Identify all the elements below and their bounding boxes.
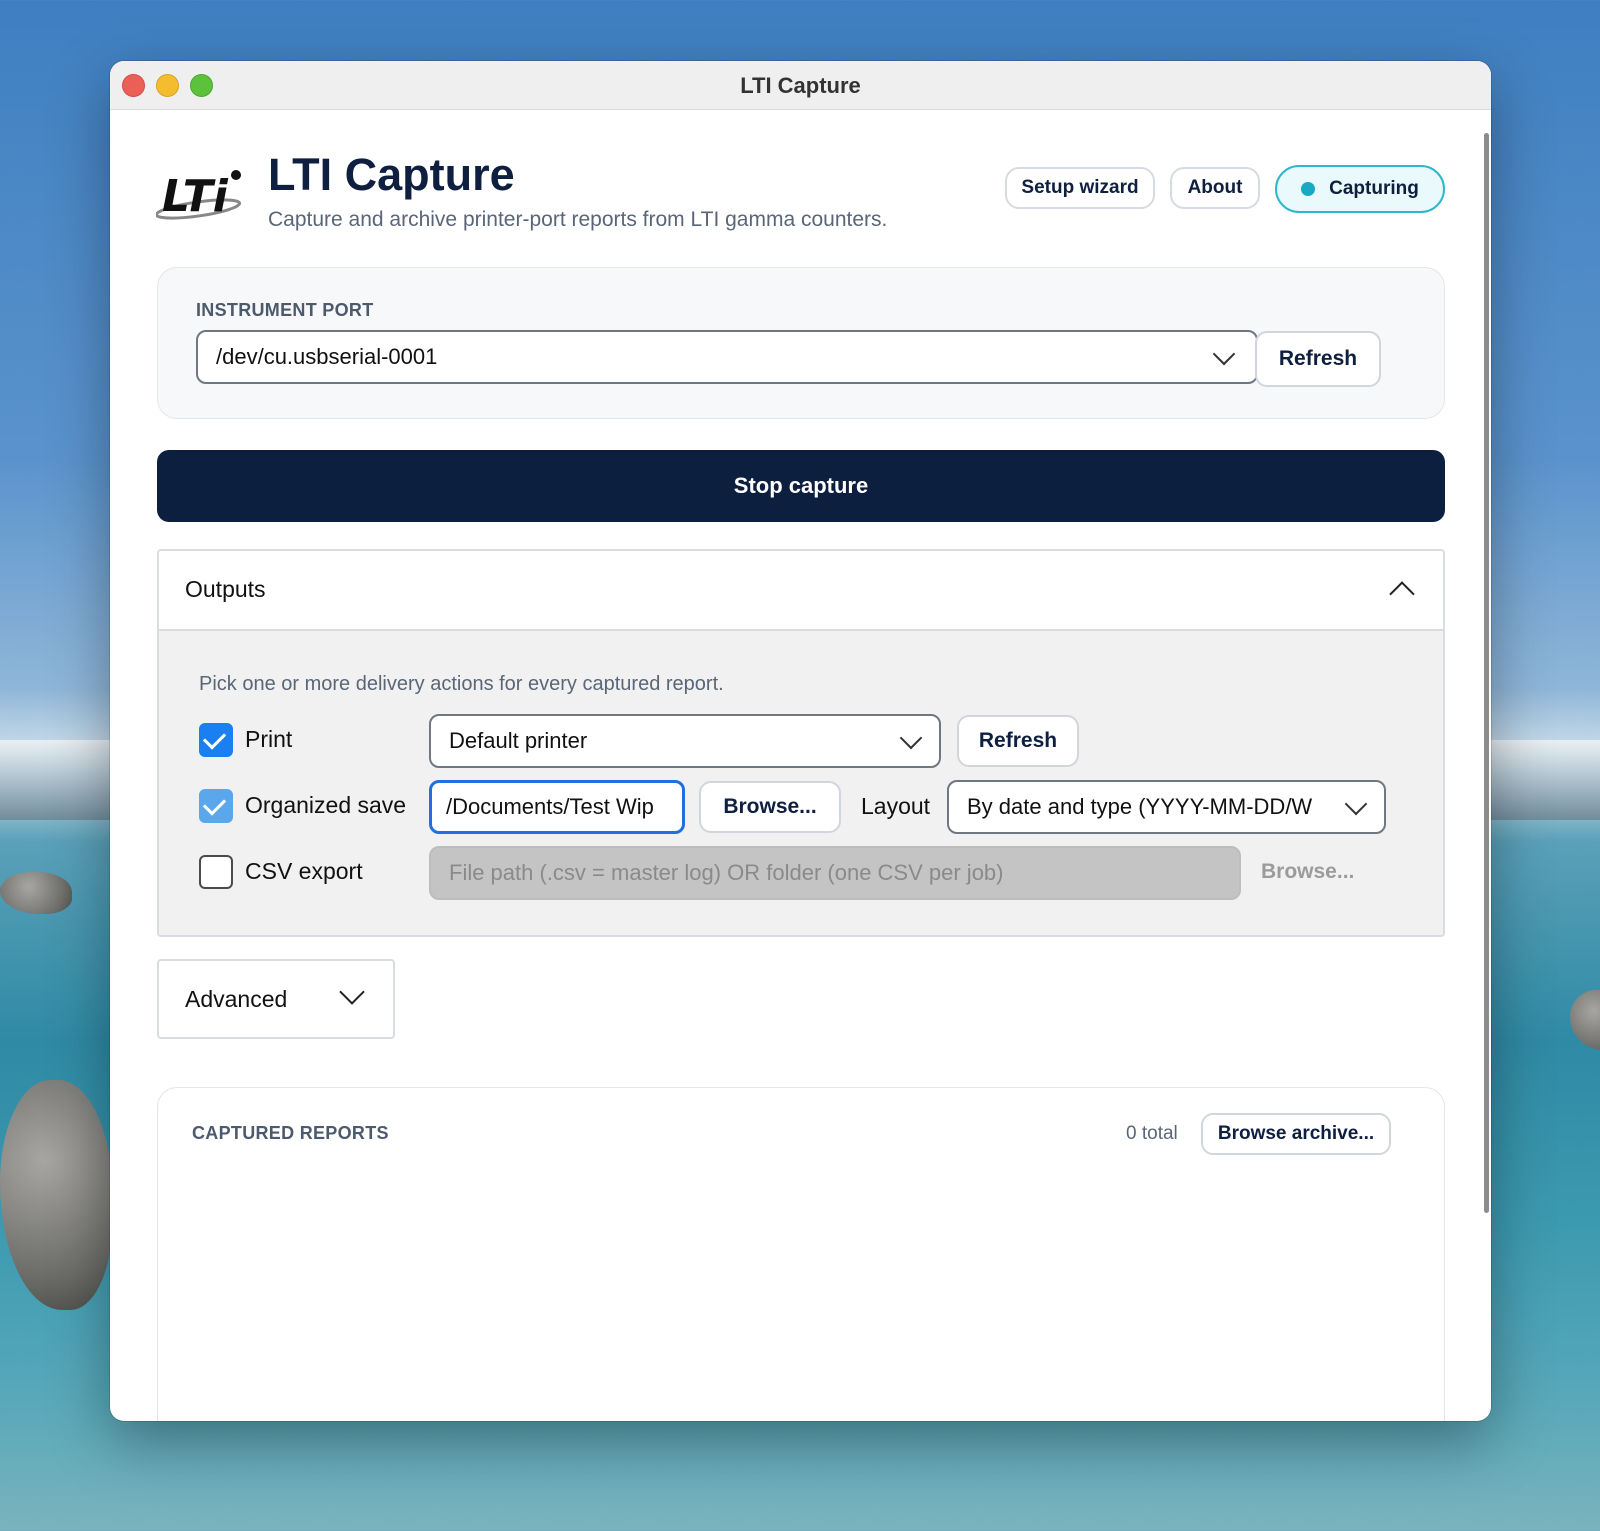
organized-save-browse-button[interactable]: Browse... (699, 781, 841, 833)
reports-count: 0 total (1126, 1123, 1178, 1144)
chevron-down-icon (339, 979, 365, 1005)
desktop-rock (1570, 990, 1600, 1050)
instrument-port-label: INSTRUMENT PORT (196, 300, 374, 320)
browse-archive-button[interactable]: Browse archive... (1201, 1113, 1391, 1155)
logo-text: LTi (162, 171, 229, 222)
outputs-section: Outputs Pick one or more delivery action… (157, 549, 1445, 937)
chevron-down-icon (899, 726, 923, 750)
chevron-down-icon (1212, 342, 1236, 366)
capturing-status-button[interactable]: Capturing (1275, 165, 1445, 213)
advanced-section-toggle[interactable]: Advanced (157, 959, 395, 1039)
print-checkbox[interactable] (199, 723, 233, 757)
outputs-hint: Pick one or more delivery actions for ev… (199, 673, 724, 695)
organized-save-path-input[interactable]: /Documents/Test Wip (429, 780, 685, 834)
desktop-rock (0, 1080, 112, 1310)
port-refresh-button[interactable]: Refresh (1255, 331, 1381, 387)
vertical-scrollbar[interactable] (1484, 133, 1489, 1213)
csv-export-label: CSV export (245, 858, 363, 884)
page-title: LTI Capture (268, 149, 515, 200)
about-button[interactable]: About (1170, 167, 1260, 209)
captured-reports-label: CAPTURED REPORTS (192, 1123, 389, 1143)
window-title: LTI Capture (740, 73, 861, 98)
lti-logo: LTi (156, 170, 242, 222)
desktop-rock (0, 872, 72, 914)
printer-select[interactable]: Default printer (429, 714, 941, 768)
organized-save-checkbox[interactable] (199, 789, 233, 823)
outputs-title: Outputs (185, 576, 266, 602)
layout-value: By date and type (YYYY-MM-DD/W (967, 794, 1313, 819)
organized-save-label: Organized save (245, 792, 407, 818)
setup-wizard-button[interactable]: Setup wizard (1005, 167, 1155, 209)
advanced-label: Advanced (185, 986, 288, 1012)
captured-reports-panel: CAPTURED REPORTS 0 total Browse archive.… (157, 1087, 1445, 1421)
outputs-header[interactable]: Outputs (159, 551, 1443, 631)
checkmark-icon (202, 792, 227, 816)
page-subtitle: Capture and archive printer-port reports… (268, 208, 888, 231)
app-window: LTI Capture LTi LTI Capture Capture and … (110, 61, 1491, 1421)
stop-capture-button[interactable]: Stop capture (157, 450, 1445, 522)
checkmark-icon (202, 726, 227, 750)
instrument-port-panel: INSTRUMENT PORT /dev/cu.usbserial-0001 R… (157, 267, 1445, 419)
capturing-label: Capturing (1329, 178, 1419, 199)
layout-select[interactable]: By date and type (YYYY-MM-DD/W (947, 780, 1386, 834)
title-bar: LTI Capture (110, 61, 1491, 110)
chevron-down-icon (1344, 792, 1368, 816)
csv-export-checkbox[interactable] (199, 855, 233, 889)
status-dot-icon (1301, 182, 1316, 196)
instrument-port-value: /dev/cu.usbserial-0001 (216, 344, 438, 369)
csv-export-path-input[interactable]: File path (.csv = master log) OR folder … (429, 846, 1241, 900)
layout-label: Layout (861, 793, 931, 819)
instrument-port-select[interactable]: /dev/cu.usbserial-0001 (196, 330, 1258, 384)
chevron-up-icon (1389, 581, 1415, 607)
printer-value: Default printer (449, 728, 588, 753)
printer-refresh-button[interactable]: Refresh (957, 715, 1079, 767)
csv-export-browse-button[interactable]: Browse... (1261, 860, 1354, 884)
print-label: Print (245, 726, 293, 752)
